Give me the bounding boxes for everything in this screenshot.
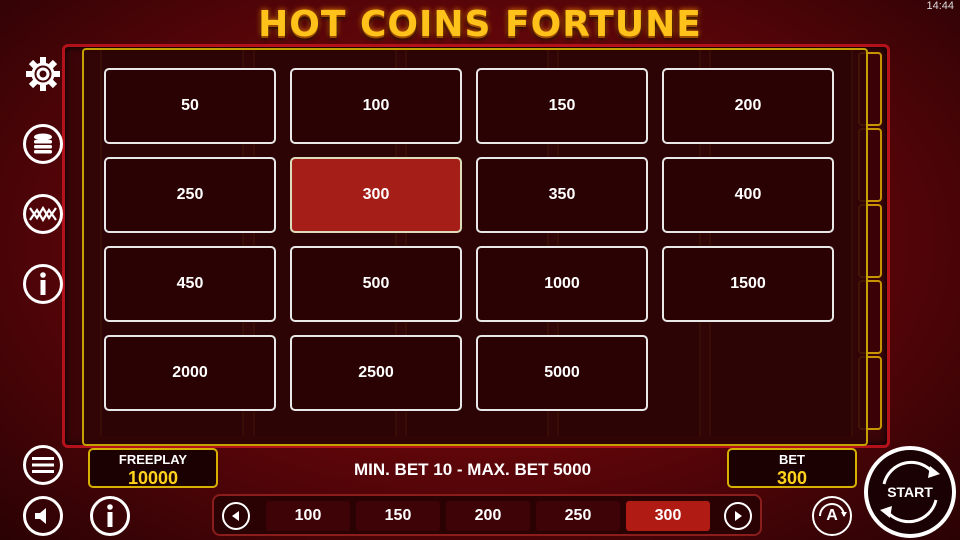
bet-option-chip[interactable]: 450 (104, 246, 276, 322)
bet-option-chip[interactable]: 400 (662, 157, 834, 233)
start-label: START (887, 484, 933, 500)
game-info-icon[interactable] (90, 496, 130, 536)
bet-option-chip[interactable]: 300 (290, 157, 462, 233)
bet-display: BET 300 (727, 448, 857, 488)
settings-gear-icon[interactable] (23, 54, 63, 94)
start-spin-button[interactable]: START (864, 446, 956, 538)
bet-option-chip[interactable]: 50 (104, 68, 276, 144)
bet-option-chip[interactable]: 1500 (662, 246, 834, 322)
bet-bar-chip[interactable]: 150 (356, 501, 440, 531)
bet-label: BET (779, 452, 805, 467)
bet-option-chip[interactable]: 500 (290, 246, 462, 322)
bet-option-chip[interactable]: 150 (476, 68, 648, 144)
bet-bar-chip[interactable]: 100 (266, 501, 350, 531)
bet-bar-chip[interactable]: 200 (446, 501, 530, 531)
bet-value: 300 (776, 468, 808, 488)
bet-option-chip[interactable]: 250 (104, 157, 276, 233)
game-title: HOT COINS FORTUNE (258, 4, 702, 45)
freeplay-value: 10000 (127, 468, 179, 488)
sound-speaker-icon[interactable] (23, 496, 63, 536)
autoplay-letter: A (826, 507, 838, 524)
bet-option-chip[interactable]: 200 (662, 68, 834, 144)
bet-option-chip[interactable]: 100 (290, 68, 462, 144)
bet-option-chip[interactable]: 2500 (290, 335, 462, 411)
bet-bar-chip[interactable]: 250 (536, 501, 620, 531)
paylines-icon[interactable] (23, 194, 63, 234)
coin-stack-icon[interactable] (23, 124, 63, 164)
info-icon[interactable] (23, 264, 63, 304)
bet-limits-text: MIN. BET 10 - MAX. BET 5000 (353, 460, 592, 479)
freeplay-label: FREEPLAY (118, 452, 188, 467)
bet-option-chip[interactable]: 5000 (476, 335, 648, 411)
bet-option-chip[interactable]: 2000 (104, 335, 276, 411)
bet-option-chip[interactable]: 350 (476, 157, 648, 233)
bet-prev-arrow-icon[interactable] (222, 502, 250, 530)
menu-hamburger-icon[interactable] (23, 445, 63, 485)
bet-selection-panel: 50 100 150 200 250 300 350 400 450 500 1000 1500 200… (82, 48, 868, 446)
bet-bar-chip[interactable]: 300 (626, 501, 710, 531)
bet-next-arrow-icon[interactable] (724, 502, 752, 530)
bet-option-chip[interactable]: 1000 (476, 246, 648, 322)
freeplay-balance: FREEPLAY 10000 (88, 448, 218, 488)
bet-selector-bar: 100 150 200 250 300 (212, 494, 762, 536)
autoplay-button[interactable]: A (812, 496, 852, 536)
